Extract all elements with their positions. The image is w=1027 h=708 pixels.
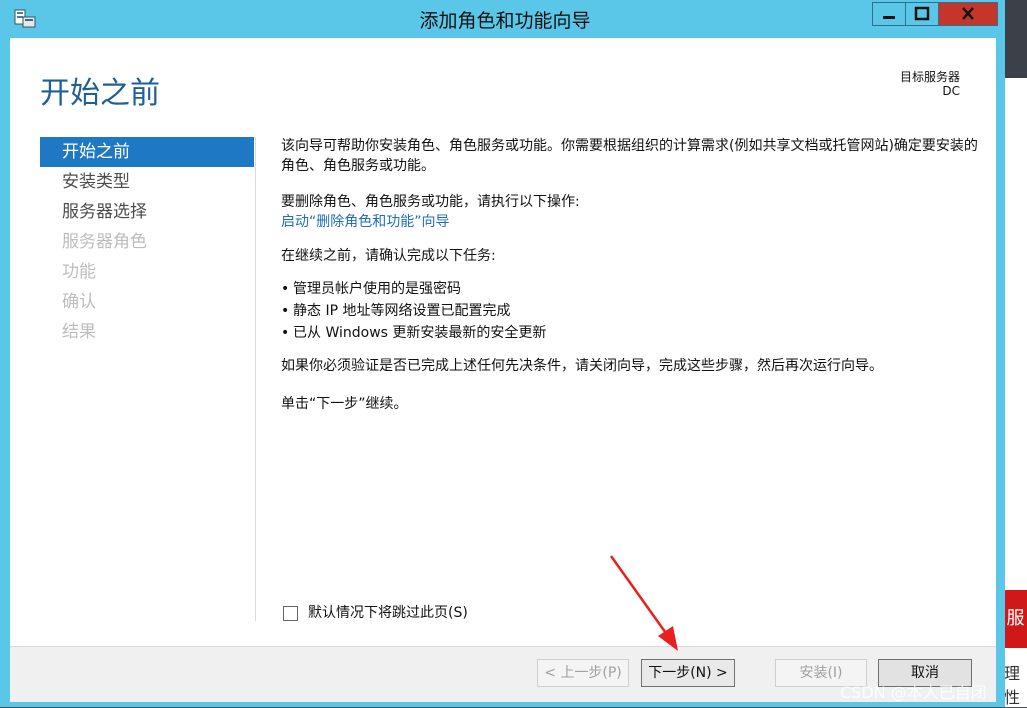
red-arrow-annotation [609, 555, 678, 651]
watermark: CSDN @本人已自闭 [840, 683, 987, 702]
